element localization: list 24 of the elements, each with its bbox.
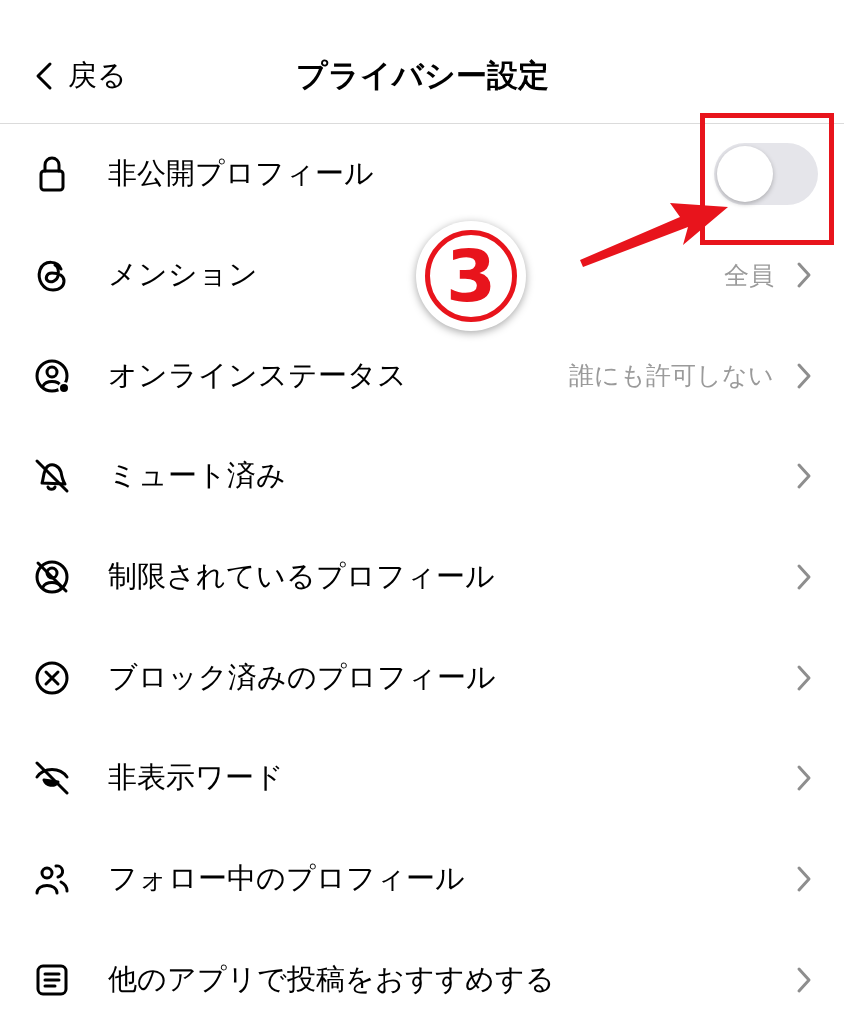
setting-label: 非公開プロフィール [108, 155, 374, 193]
privacy-toggle[interactable] [714, 143, 818, 206]
chevron-icon [796, 663, 812, 692]
chevron-icon [796, 361, 812, 390]
setting-label: ブロック済みのプロフィール [108, 658, 496, 696]
setting-label: 制限されているプロフィール [108, 558, 495, 596]
setting-value: 全員 [724, 259, 774, 292]
chevron-icon [796, 865, 812, 894]
setting-label: オンラインステータス [108, 356, 407, 394]
step-number: 3 [416, 221, 526, 331]
chevron-icon [796, 563, 812, 592]
setting-label: 他のアプリで投稿をおすすめする [108, 960, 555, 998]
setting-label: ミュート済み [108, 457, 286, 495]
setting-label: 非表示ワード [108, 759, 284, 797]
back-button[interactable]: 戻る [34, 56, 127, 96]
chevron-icon [796, 764, 812, 793]
setting-label: メンション [108, 256, 258, 294]
setting-label: フォロー中のプロフィール [108, 860, 465, 898]
chevron-icon [796, 965, 812, 994]
setting-value: 誰にも許可しない [569, 360, 774, 393]
screen-title: プライバシー設定 [295, 55, 549, 95]
chevron-icon [796, 261, 812, 290]
back-chevron-icon [34, 61, 54, 91]
chevron-icon [796, 462, 812, 491]
